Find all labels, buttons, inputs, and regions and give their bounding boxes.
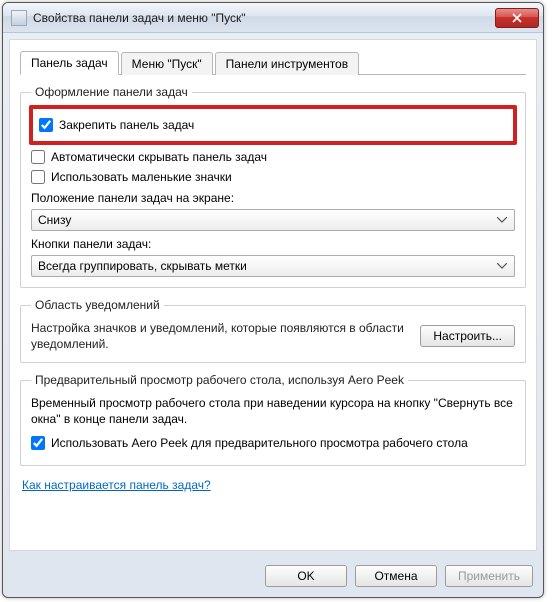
group-appearance: Оформление панели задач Закрепить панель… — [20, 85, 526, 288]
combo-buttons[interactable]: Всегда группировать, скрывать метки — [31, 255, 515, 277]
label-aero-peek: Использовать Aero Peek для предварительн… — [51, 435, 468, 451]
titlebar[interactable]: Свойства панели задач и меню "Пуск" — [3, 3, 543, 33]
cancel-button[interactable]: Отмена — [355, 565, 437, 587]
label-lock-taskbar: Закрепить панель задач — [59, 117, 194, 133]
label-position: Положение панели задач на экране: — [31, 191, 515, 205]
app-icon — [11, 10, 27, 26]
window-title: Свойства панели задач и меню "Пуск" — [33, 11, 495, 25]
close-icon — [512, 13, 522, 23]
option-small-icons[interactable]: Использовать маленькие значки — [31, 169, 515, 185]
chevron-down-icon — [494, 212, 510, 228]
group-appearance-legend: Оформление панели задач — [31, 85, 192, 99]
combo-position[interactable]: Снизу — [31, 209, 515, 231]
client-area: Панель задач Меню "Пуск" Панели инструме… — [9, 39, 537, 551]
combo-position-value: Снизу — [38, 213, 71, 227]
option-autohide[interactable]: Автоматически скрывать панель задач — [31, 149, 515, 165]
notifications-desc: Настройка значков и уведомлений, которые… — [31, 320, 410, 352]
properties-dialog: Свойства панели задач и меню "Пуск" Пане… — [2, 2, 544, 598]
configure-button[interactable]: Настроить... — [420, 325, 515, 347]
combo-buttons-value: Всегда группировать, скрывать метки — [38, 259, 247, 273]
option-aero-peek[interactable]: Использовать Aero Peek для предварительн… — [31, 435, 515, 451]
chevron-down-icon — [494, 258, 510, 274]
dialog-footer: OK Отмена Применить — [3, 557, 543, 597]
group-notifications-legend: Область уведомлений — [31, 298, 164, 312]
highlight-box: Закрепить панель задач — [29, 105, 517, 145]
label-buttons: Кнопки панели задач: — [31, 237, 515, 251]
label-autohide: Автоматически скрывать панель задач — [51, 149, 267, 165]
aero-peek-desc: Временный просмотр рабочего стола при на… — [31, 395, 515, 427]
tab-strip: Панель задач Меню "Пуск" Панели инструме… — [20, 50, 526, 75]
group-aero-peek-legend: Предварительный просмотр рабочего стола,… — [31, 373, 408, 387]
tab-taskbar[interactable]: Панель задач — [20, 51, 119, 75]
checkbox-lock-taskbar[interactable] — [39, 118, 53, 132]
option-lock-taskbar[interactable]: Закрепить панель задач — [39, 117, 507, 133]
ok-button[interactable]: OK — [265, 565, 347, 587]
tab-toolbars[interactable]: Панели инструментов — [215, 52, 359, 75]
tab-startmenu[interactable]: Меню "Пуск" — [121, 52, 213, 75]
checkbox-small-icons[interactable] — [31, 170, 45, 184]
group-notifications: Область уведомлений Настройка значков и … — [20, 298, 526, 363]
help-link[interactable]: Как настраивается панель задач? — [22, 478, 526, 492]
label-small-icons: Использовать маленькие значки — [51, 169, 232, 185]
checkbox-autohide[interactable] — [31, 150, 45, 164]
apply-button[interactable]: Применить — [445, 565, 533, 587]
close-button[interactable] — [495, 8, 539, 28]
checkbox-aero-peek[interactable] — [31, 436, 45, 450]
group-aero-peek: Предварительный просмотр рабочего стола,… — [20, 373, 526, 466]
